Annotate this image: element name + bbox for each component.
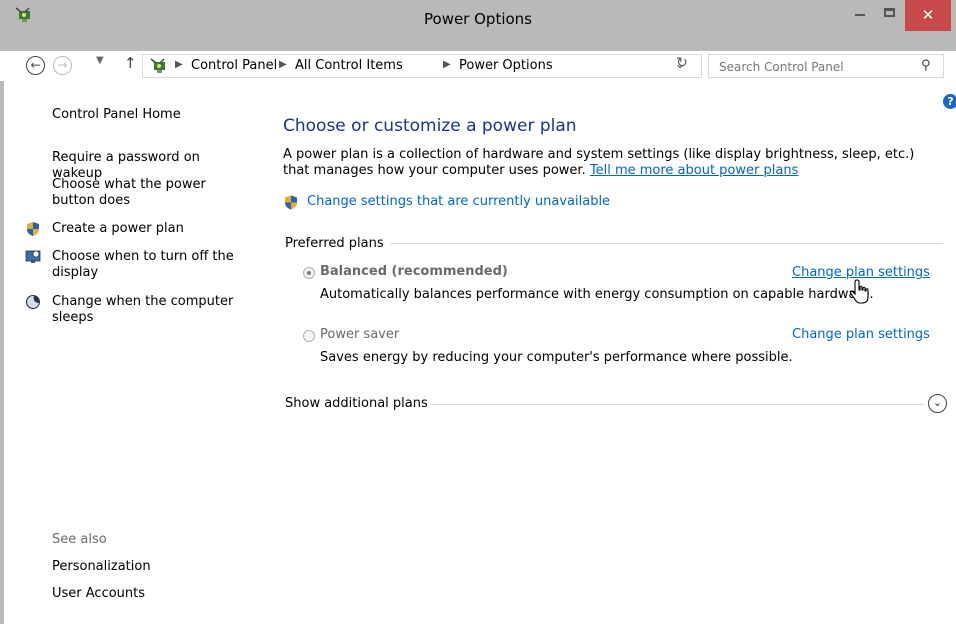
arrow-up-icon: ↑ [124,54,137,72]
arrow-right-icon: → [57,58,68,72]
maximize-icon [884,8,895,17]
sidebar-user-accounts[interactable]: User Accounts [52,586,145,602]
minimize-icon [855,14,865,16]
show-additional-plans[interactable]: Show additional plans [285,396,428,411]
window-left-border [0,81,4,624]
balanced-plan-description: Automatically balances performance with … [320,287,874,302]
search-input[interactable] [709,55,921,79]
breadcrumb-separator-icon[interactable]: ▶ [279,59,287,70]
close-button[interactable]: ✕ [905,0,951,31]
preferred-plans-label: Preferred plans [285,236,390,251]
learn-more-link[interactable]: Tell me more about power plans [590,163,798,178]
search-box[interactable]: ⚲ [708,54,944,79]
forward-button[interactable]: → [53,56,72,75]
balanced-plan-radio[interactable] [303,267,315,279]
back-button[interactable]: ← [26,56,45,75]
arrow-left-icon: ← [30,58,41,72]
power-saver-change-plan-settings-link[interactable]: Change plan settings [792,327,930,342]
power-options-window: Power Options ✕ ← → ▼ ↑ ▶ Control Panel … [0,0,956,624]
moon-icon [26,295,40,309]
shield-icon [285,195,297,210]
power-saver-plan-radio[interactable] [303,330,315,342]
breadcrumb-all-control-panel-items[interactable]: All Control Items [295,58,403,73]
power-saver-plan-description: Saves energy by reducing your computer's… [320,350,793,365]
sidebar-computer-sleeps[interactable]: Change when the computer sleeps [52,294,252,326]
title-bar: Power Options ✕ [0,0,956,51]
search-icon[interactable]: ⚲ [921,58,931,73]
sidebar-control-panel-home[interactable]: Control Panel Home [52,107,181,123]
window-title: Power Options [424,10,532,28]
change-unavailable-settings-link[interactable]: Change settings that are currently unava… [307,194,610,209]
chevron-down-icon: ▼ [96,55,104,66]
breadcrumb-control-panel[interactable]: Control Panel [191,58,277,73]
breadcrumb-power-options[interactable]: Power Options [459,58,553,73]
sidebar-create-power-plan[interactable]: Create a power plan [52,221,252,237]
control-panel-icon [150,58,165,73]
maximize-button[interactable] [875,0,905,31]
up-button[interactable]: ↑ [124,54,137,72]
page-title: Choose or customize a power plan [283,116,577,136]
sidebar-power-button[interactable]: Choose what the power button does [52,177,252,209]
sidebar-personalization[interactable]: Personalization [52,559,151,575]
power-saver-plan-name[interactable]: Power saver [320,327,399,342]
see-also-heading: See also [52,532,107,547]
sidebar-turn-off-display[interactable]: Choose when to turn off the display [52,249,252,281]
breadcrumb-separator-icon[interactable]: ▶ [175,59,183,70]
help-icon[interactable]: ? [943,94,956,109]
close-icon: ✕ [921,6,935,24]
monitor-icon [25,250,41,263]
section-divider [385,243,943,244]
shield-icon [27,222,39,236]
refresh-icon[interactable]: ↻ [672,55,692,75]
hand-pointer-icon [849,279,869,304]
recent-locations-button[interactable]: ▼ [96,55,104,66]
chevron-down-icon[interactable]: ⌄ [928,394,947,413]
show-additional-divider [430,404,924,405]
page-description: A power plan is a collection of hardware… [283,147,943,179]
balanced-plan-name[interactable]: Balanced (recommended) [320,264,508,279]
breadcrumb-separator-icon[interactable]: ▶ [443,59,451,70]
minimize-button[interactable] [845,0,875,31]
address-bar[interactable]: ▶ Control Panel ▶ All Control Items ▶ Po… [142,54,702,78]
